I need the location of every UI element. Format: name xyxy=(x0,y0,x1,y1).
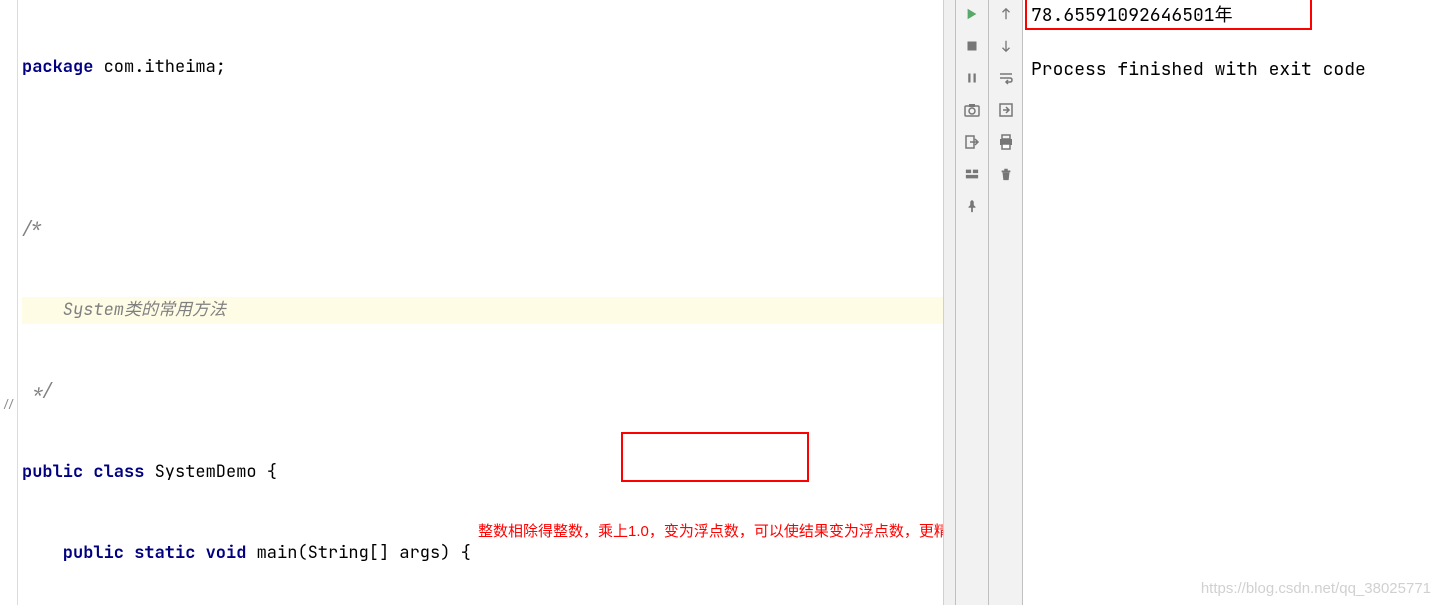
editor-scrollbar[interactable] xyxy=(943,0,955,605)
print-icon[interactable] xyxy=(996,132,1016,152)
class-decl: SystemDemo { xyxy=(144,461,277,483)
watermark: https://blog.csdn.net/qq_38025771 xyxy=(1201,580,1431,597)
layout-icon[interactable] xyxy=(962,164,982,184)
main-method: main(String[] args) { xyxy=(246,542,470,564)
output-pane[interactable]: 78.65591092646501年 Process finished with… xyxy=(1023,0,1441,605)
code-content[interactable]: package com.itheima; /* System类的常用方法 */ … xyxy=(0,0,955,605)
comment-end: */ xyxy=(22,380,53,402)
method-keywords: public static void xyxy=(22,542,246,564)
soft-wrap-icon[interactable] xyxy=(996,68,1016,88)
stop-icon[interactable] xyxy=(962,36,982,56)
gutter-comment-mark: // xyxy=(2,398,16,412)
exit-icon[interactable] xyxy=(962,132,982,152)
comment-start: /* xyxy=(22,218,42,240)
class-keywords: public class xyxy=(22,461,144,483)
package-keyword: package xyxy=(22,56,93,78)
editor-gutter: // xyxy=(0,0,18,605)
scroll-down-icon[interactable] xyxy=(996,36,1016,56)
comment-desc: 类的常用方法 xyxy=(124,299,226,321)
run-icon[interactable] xyxy=(962,4,982,24)
red-annotation-text: 整数相除得整数，乘上1.0，变为浮点数，可以使结果变为浮点数，更精确 xyxy=(478,520,955,541)
package-name: com.itheima; xyxy=(93,56,226,78)
trash-icon[interactable] xyxy=(996,164,1016,184)
run-toolbar xyxy=(955,0,989,605)
code-editor-pane[interactable]: // package com.itheima; /* System类的常用方法 … xyxy=(0,0,955,605)
scroll-up-icon[interactable] xyxy=(996,4,1016,24)
pin-icon[interactable] xyxy=(962,196,982,216)
pause-icon[interactable] xyxy=(962,68,982,88)
output-result: 78.65591092646501年 xyxy=(1031,2,1433,29)
scroll-to-end-icon[interactable] xyxy=(996,100,1016,120)
camera-icon[interactable] xyxy=(962,100,982,120)
output-exit-message: Process finished with exit code xyxy=(1031,56,1433,83)
output-toolbar xyxy=(989,0,1023,605)
comment-system: System xyxy=(22,299,124,321)
